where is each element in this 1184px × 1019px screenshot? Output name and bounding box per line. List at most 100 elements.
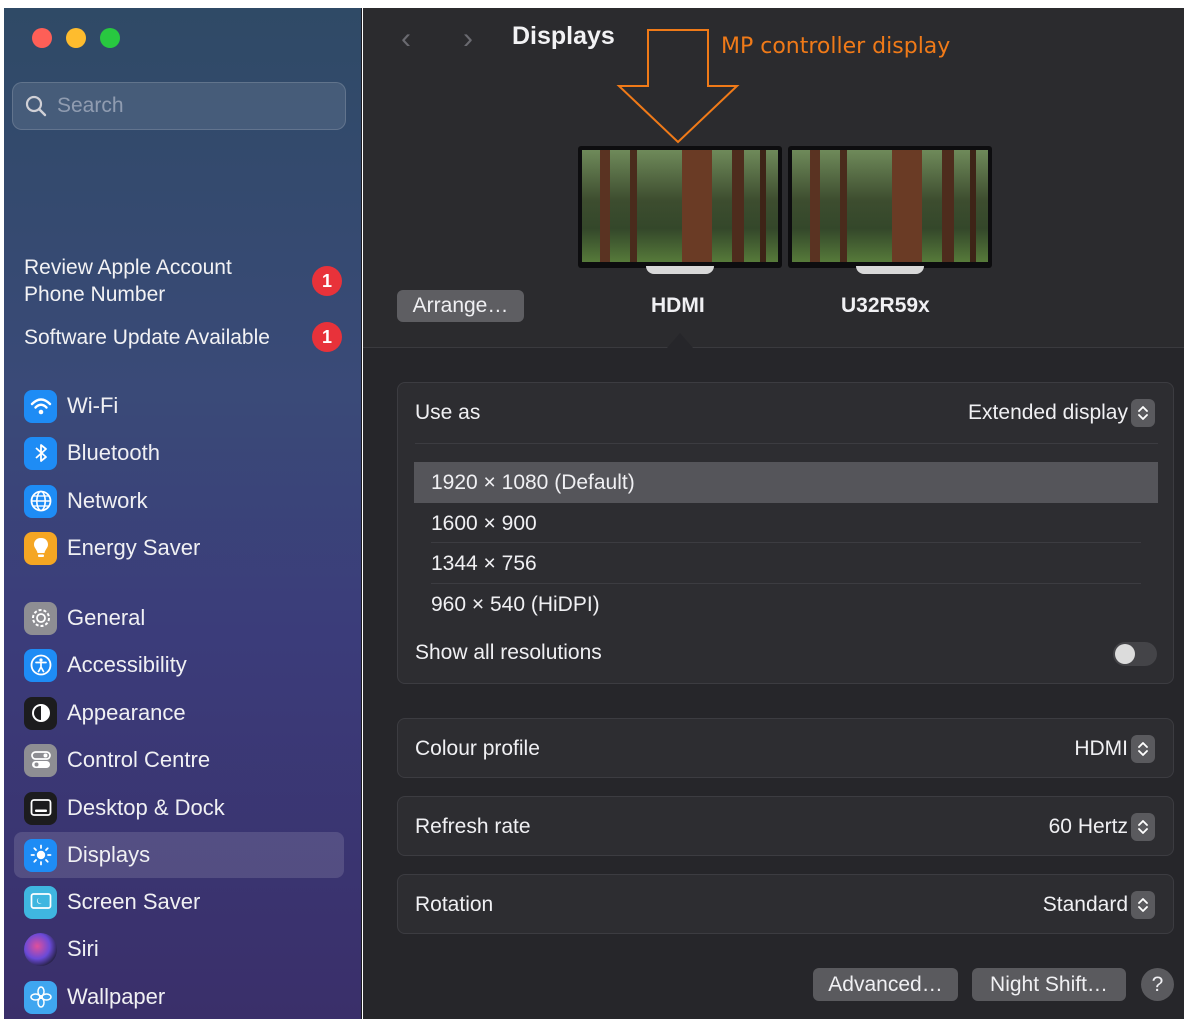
monitor-wallpaper — [792, 150, 988, 262]
chevron-up-down-icon — [1138, 406, 1148, 420]
refresh-rate-label: Refresh rate — [415, 815, 531, 838]
sidebar-item-label: Energy Saver — [67, 535, 201, 560]
resolution-option-1600[interactable]: 1600 × 900 — [414, 503, 1158, 544]
refresh-rate-row: Refresh rate 60 Hertz — [397, 796, 1174, 856]
sidebar-item-wifi[interactable]: Wi-Fi — [14, 383, 344, 429]
siri-icon — [24, 932, 57, 966]
rotation-stepper[interactable] — [1131, 891, 1155, 919]
sidebar-item-label: Bluetooth — [67, 440, 160, 465]
back-button[interactable]: ‹ — [401, 22, 411, 56]
search-input[interactable] — [57, 94, 327, 118]
sidebar-item-wallpaper[interactable]: Wallpaper — [14, 974, 344, 1019]
sidebar: Review Apple Account Phone Number 1 Soft… — [4, 8, 362, 1019]
annotation-text: MP controller display — [721, 34, 951, 59]
refresh-rate-stepper[interactable] — [1131, 813, 1155, 841]
sidebar-item-displays[interactable]: Displays — [14, 832, 344, 878]
window-controls — [32, 28, 120, 48]
lightbulb-icon — [24, 531, 57, 565]
colour-profile-row: Colour profile HDMI — [397, 718, 1174, 778]
selected-display-caret — [667, 333, 693, 348]
gear-icon — [24, 601, 57, 635]
show-all-resolutions-label: Show all resolutions — [415, 641, 602, 664]
monitor-label-u32r59x[interactable]: U32R59x — [841, 294, 930, 318]
notice-software-update[interactable]: Software Update Available 1 — [24, 322, 342, 352]
bluetooth-icon — [24, 436, 57, 470]
search-field[interactable] — [12, 82, 346, 130]
sidebar-item-control-centre[interactable]: Control Centre — [14, 737, 344, 783]
zoom-window-button[interactable] — [100, 28, 120, 48]
refresh-rate-value[interactable]: 60 Hertz — [1049, 815, 1128, 839]
dock-icon — [24, 791, 57, 825]
minimize-window-button[interactable] — [66, 28, 86, 48]
monitor-stand — [856, 266, 924, 274]
wifi-icon — [24, 389, 57, 423]
sidebar-item-energy-saver[interactable]: Energy Saver — [14, 525, 344, 571]
use-as-value[interactable]: Extended display — [968, 401, 1128, 425]
use-as-label: Use as — [415, 401, 481, 424]
resolution-option-1344[interactable]: 1344 × 756 — [414, 543, 1158, 584]
notice-text: Software Update Available — [24, 325, 270, 349]
help-button[interactable]: ? — [1141, 968, 1174, 1001]
monitor-stand — [646, 266, 714, 274]
use-as-stepper[interactable] — [1131, 399, 1155, 427]
close-window-button[interactable] — [32, 28, 52, 48]
sidebar-item-label: Wallpaper — [67, 984, 166, 1009]
notice-text-line2: Phone Number — [24, 283, 166, 306]
sidebar-item-label: Displays — [67, 842, 151, 867]
flower-icon — [24, 980, 57, 1014]
notification-badge: 1 — [312, 322, 342, 352]
rotation-label: Rotation — [415, 893, 494, 916]
sidebar-item-label: Desktop & Dock — [67, 795, 225, 820]
sidebar-item-label: Control Centre — [67, 747, 211, 772]
divider — [415, 443, 1158, 444]
appearance-icon — [24, 696, 57, 730]
control-centre-icon — [24, 743, 57, 777]
sidebar-item-label: Accessibility — [67, 652, 187, 677]
chevron-up-down-icon — [1138, 898, 1148, 912]
sidebar-item-label: Network — [67, 488, 148, 513]
notification-badge: 1 — [312, 266, 342, 296]
resolution-option-960[interactable]: 960 × 540 (HiDPI) — [414, 584, 1158, 625]
arrange-button[interactable]: Arrange… — [397, 290, 524, 322]
sidebar-item-bluetooth[interactable]: Bluetooth — [14, 430, 344, 476]
monitor-wallpaper — [582, 150, 778, 262]
monitor-label-hdmi[interactable]: HDMI — [651, 294, 705, 318]
search-icon — [25, 95, 47, 117]
page-title: Displays — [512, 22, 615, 50]
chevron-up-down-icon — [1138, 820, 1148, 834]
rotation-row: Rotation Standard — [397, 874, 1174, 934]
advanced-button[interactable]: Advanced… — [813, 968, 958, 1001]
sidebar-item-label: Screen Saver — [67, 889, 201, 914]
accessibility-icon — [24, 648, 57, 682]
sidebar-item-desktop-dock[interactable]: Desktop & Dock — [14, 785, 344, 831]
sidebar-item-label: Wi-Fi — [67, 393, 119, 418]
sidebar-item-general[interactable]: General — [14, 595, 344, 641]
sun-icon — [24, 838, 57, 872]
resolution-option-1920[interactable]: 1920 × 1080 (Default) — [414, 462, 1158, 503]
sidebar-item-label: Siri — [67, 936, 99, 961]
notice-review-apple-account[interactable]: Review Apple Account Phone Number 1 — [24, 254, 342, 308]
forward-button[interactable]: › — [463, 22, 473, 56]
monitor-hdmi[interactable] — [578, 146, 782, 274]
sidebar-item-accessibility[interactable]: Accessibility — [14, 642, 344, 688]
show-all-resolutions-toggle[interactable] — [1113, 642, 1157, 666]
toggle-knob — [1115, 644, 1135, 664]
sidebar-item-network[interactable]: Network — [14, 478, 344, 524]
main-panel: ‹ › Displays MP controller display Arran… — [363, 8, 1184, 1019]
sidebar-item-label: Appearance — [67, 700, 186, 725]
sidebar-item-siri[interactable]: Siri — [14, 926, 344, 972]
sidebar-item-label: General — [67, 605, 146, 630]
sidebar-item-appearance[interactable]: Appearance — [14, 690, 344, 736]
notice-text-line1: Review Apple Account — [24, 256, 232, 279]
colour-profile-stepper[interactable] — [1131, 735, 1155, 763]
display-settings-group: Use as Extended display 1920 × 1080 (Def… — [397, 382, 1174, 684]
globe-icon — [24, 484, 57, 518]
monitor-u32r59x[interactable] — [788, 146, 992, 274]
colour-profile-value[interactable]: HDMI — [1074, 737, 1128, 761]
sidebar-item-screen-saver[interactable]: Screen Saver — [14, 879, 344, 925]
chevron-up-down-icon — [1138, 742, 1148, 756]
night-shift-button[interactable]: Night Shift… — [972, 968, 1126, 1001]
colour-profile-label: Colour profile — [415, 737, 540, 760]
rotation-value[interactable]: Standard — [1043, 893, 1128, 917]
screen-saver-icon — [24, 885, 57, 919]
